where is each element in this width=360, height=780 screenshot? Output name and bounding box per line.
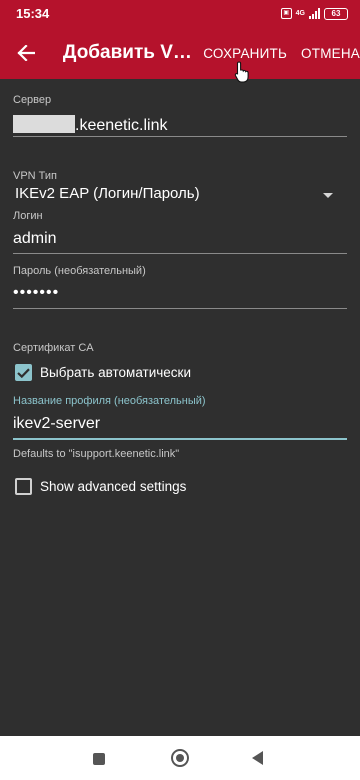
system-nav-bar	[0, 736, 360, 780]
arrow-left-icon	[17, 45, 36, 61]
network-type: 4G	[295, 10, 305, 17]
status-icons: ▣ 4G 63	[280, 7, 348, 20]
login-input[interactable]: admin	[13, 230, 57, 248]
login-underline	[13, 253, 347, 254]
vpn-type-label: VPN Тип	[13, 170, 58, 182]
auto-select-checkbox-row[interactable]: Выбрать автоматически	[15, 364, 191, 381]
advanced-label: Show advanced settings	[40, 479, 187, 494]
battery-level: 63	[331, 9, 341, 18]
profile-name-underline	[13, 438, 347, 440]
page-title: Добавить VP...	[62, 42, 196, 63]
password-underline	[13, 308, 347, 309]
profile-name-helper: Defaults to "isupport.keenetic.link"	[13, 448, 180, 460]
nav-back-button[interactable]	[252, 751, 263, 765]
vpn-type-select[interactable]: IKEv2 EAP (Логин/Пароль)	[15, 185, 200, 202]
profile-name-input[interactable]: ikev2-server	[13, 415, 100, 433]
checkmark-icon	[17, 367, 30, 378]
login-label: Логин	[13, 210, 43, 222]
server-input[interactable]: .keenetic.link	[13, 115, 168, 135]
password-label: Пароль (необязательный)	[13, 265, 146, 277]
caret-down-icon[interactable]	[323, 193, 333, 198]
battery-icon: 63	[324, 7, 348, 20]
app-bar: Добавить VP... СОХРАНИТЬ ОТМЕНА	[0, 27, 360, 79]
auto-select-label: Выбрать автоматически	[40, 365, 192, 380]
server-underline	[13, 136, 347, 137]
redacted-block	[13, 115, 75, 133]
back-button[interactable]	[0, 27, 53, 79]
hand-pointer-icon	[234, 61, 249, 83]
sim-icon: ▣	[280, 8, 292, 19]
status-time: 15:34	[16, 6, 50, 21]
ca-cert-label: Сертификат CA	[13, 342, 94, 354]
recent-apps-button[interactable]	[93, 753, 105, 765]
profile-name-label: Название профиля (необязательный)	[13, 395, 206, 407]
cancel-button[interactable]: ОТМЕНА	[301, 46, 360, 61]
server-label: Сервер	[13, 94, 52, 106]
advanced-checkbox-row[interactable]: Show advanced settings	[15, 478, 186, 495]
auto-select-checkbox[interactable]	[15, 364, 32, 381]
server-value: .keenetic.link	[75, 117, 168, 134]
password-input[interactable]: •••••••	[13, 284, 59, 302]
status-bar: 15:34 ▣ 4G 63	[0, 0, 360, 27]
advanced-checkbox[interactable]	[15, 478, 32, 495]
signal-icon	[309, 8, 320, 19]
save-button[interactable]: СОХРАНИТЬ	[203, 46, 287, 61]
home-button[interactable]	[171, 749, 189, 767]
